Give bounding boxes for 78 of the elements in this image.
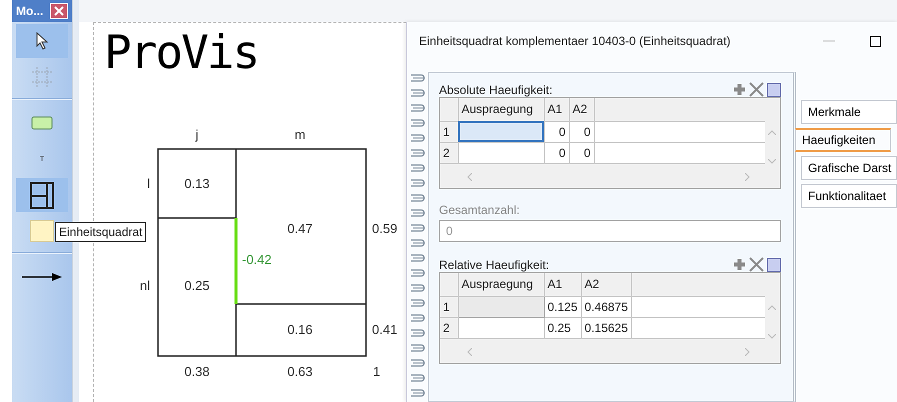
table-cell: 0 xyxy=(544,142,569,163)
square-icon xyxy=(767,82,781,96)
rectangle-icon xyxy=(31,116,53,130)
table-cell: 0 xyxy=(569,142,594,163)
add-button[interactable] xyxy=(733,82,746,97)
tooltip: Einheitsquadrat xyxy=(55,222,146,242)
column-label: m xyxy=(294,127,306,142)
row-label: l xyxy=(147,176,150,191)
square-icon xyxy=(767,258,781,272)
column-label: j xyxy=(196,127,198,142)
total-sum: 1 xyxy=(373,364,380,379)
cell-value: 0.16 xyxy=(287,322,313,337)
grid-icon xyxy=(30,66,54,88)
unit-square-tool[interactable] xyxy=(16,178,68,212)
table-cell: 0 xyxy=(569,121,594,142)
panel-title: Mo... xyxy=(16,4,44,18)
row-sum: 0.59 xyxy=(372,221,398,236)
difference-value: -0.42 xyxy=(242,252,272,267)
scroll-up-icon[interactable] xyxy=(768,305,776,310)
row-label: nl xyxy=(140,278,150,293)
window-title: Einheitsquadrat komplementaer 10403-0 (Einheitsquadrat) xyxy=(419,34,732,48)
unit-square-icon xyxy=(30,182,54,208)
cell-value: 0.47 xyxy=(287,221,313,236)
column-header[interactable]: A1 xyxy=(544,273,582,296)
pointer-icon xyxy=(35,32,49,50)
cross-icon xyxy=(749,257,764,272)
table-cell[interactable] xyxy=(458,142,544,163)
maximize-icon xyxy=(870,36,880,46)
table-cell: 0.125 xyxy=(544,296,582,317)
row-number: 2 xyxy=(440,317,458,338)
row-number: 2 xyxy=(440,142,458,163)
tab[interactable]: Grafische Darst xyxy=(801,156,897,180)
cell-value: 0.25 xyxy=(184,278,210,293)
row-number: 1 xyxy=(440,121,458,142)
row-sum: 0.41 xyxy=(372,322,398,337)
scroll-right-icon[interactable] xyxy=(745,348,750,356)
table-cell: 0.46875 xyxy=(581,296,632,317)
table-cell: 0.25 xyxy=(544,317,582,338)
plus-icon xyxy=(733,258,746,271)
scroll-left-icon[interactable] xyxy=(467,173,472,181)
table-cell: 0 xyxy=(544,121,569,142)
pointer-tool[interactable] xyxy=(16,24,68,58)
note-icon xyxy=(30,220,54,242)
section-label: Absolute Haeufigkeit: xyxy=(439,83,552,97)
column-header[interactable]: A2 xyxy=(569,98,594,121)
tab[interactable]: Funktionalitaet xyxy=(801,184,897,208)
column-sum: 0.38 xyxy=(184,364,210,379)
scroll-down-icon[interactable] xyxy=(768,334,776,339)
close-icon xyxy=(54,6,64,16)
view-button[interactable] xyxy=(767,257,781,272)
close-button[interactable] xyxy=(50,3,68,19)
row-number: 1 xyxy=(440,296,458,317)
minimize-icon xyxy=(823,40,835,42)
field-label: Gesamtanzahl: xyxy=(439,203,521,217)
plus-icon xyxy=(733,83,746,96)
column-header[interactable]: Auspraegung xyxy=(458,273,544,296)
column-header[interactable]: A2 xyxy=(581,273,632,296)
table-cell[interactable] xyxy=(458,296,544,317)
delete-button[interactable] xyxy=(749,82,764,97)
table-cell: 0.15625 xyxy=(581,317,632,338)
cross-icon xyxy=(749,82,764,97)
column-sum: 0.63 xyxy=(287,364,313,379)
tab[interactable]: Merkmale xyxy=(801,100,897,124)
column-header[interactable]: A1 xyxy=(544,98,569,121)
section-label: Relative Haeufigkeit: xyxy=(439,258,550,272)
cell-value: 0.13 xyxy=(184,176,210,191)
table-cell[interactable] xyxy=(458,317,544,338)
delete-button[interactable] xyxy=(749,257,764,272)
add-button[interactable] xyxy=(733,257,746,272)
logo: ProVis xyxy=(104,25,258,79)
scroll-down-icon[interactable] xyxy=(768,159,776,164)
scroll-up-icon[interactable] xyxy=(768,130,776,135)
scroll-right-icon[interactable] xyxy=(745,173,750,181)
table-cell[interactable] xyxy=(458,121,544,142)
tab[interactable]: Haeufigkeiten xyxy=(795,128,891,152)
view-button[interactable] xyxy=(767,82,781,97)
scroll-left-icon[interactable] xyxy=(467,348,472,356)
arrow-icon xyxy=(22,272,62,282)
